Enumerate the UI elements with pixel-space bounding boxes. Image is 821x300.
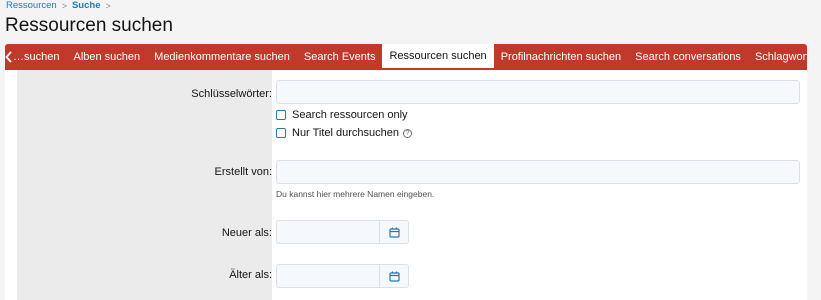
tab-alben-suchen[interactable]: Alben suchen bbox=[66, 44, 147, 70]
newer-than-date-field[interactable] bbox=[277, 221, 379, 243]
keywords-label: Schlüsselwörter: bbox=[191, 88, 272, 100]
breadcrumb: Ressourcen > Suche > bbox=[6, 0, 116, 11]
titles-only-checkbox[interactable] bbox=[276, 128, 286, 138]
keywords-input[interactable] bbox=[276, 80, 800, 104]
created-by-hint: Du kannst hier mehrere Namen eingeben. bbox=[276, 189, 435, 199]
breadcrumb-separator: > bbox=[61, 0, 67, 11]
older-than-label: Älter als: bbox=[229, 269, 272, 281]
calendar-icon[interactable] bbox=[379, 221, 408, 243]
tab-schlagworte-suchen[interactable]: Schlagworte suchen bbox=[748, 44, 807, 70]
chevron-left-icon[interactable] bbox=[5, 44, 13, 70]
created-by-label: Erstellt von: bbox=[214, 166, 272, 178]
newer-than-date-input bbox=[276, 220, 409, 244]
resources-only-label: Search ressourcen only bbox=[292, 109, 408, 121]
question-circle-icon[interactable]: ? bbox=[403, 128, 412, 138]
page-title: Ressourcen suchen bbox=[5, 15, 173, 36]
search-type-tabbar: …suchen Alben suchen Medienkommentare su… bbox=[5, 44, 807, 70]
tab-medienkommentare-suchen[interactable]: Medienkommentare suchen bbox=[147, 44, 297, 70]
tab-search-conversations[interactable]: Search conversations bbox=[628, 44, 748, 70]
form-label-column: Schlüsselwörter: Erstellt von: Neuer als… bbox=[17, 70, 272, 300]
older-than-date-input bbox=[276, 264, 409, 288]
resources-only-checkbox-row[interactable]: Search ressourcen only bbox=[276, 109, 408, 121]
tab-ressourcen-suchen[interactable]: Ressourcen suchen bbox=[382, 44, 494, 70]
titles-only-checkbox-row[interactable]: Nur Titel durchsuchen ? bbox=[276, 127, 412, 139]
breadcrumb-link-suche[interactable]: Suche bbox=[72, 0, 101, 11]
search-form: Schlüsselwörter: Erstellt von: Neuer als… bbox=[5, 70, 807, 300]
calendar-icon[interactable] bbox=[379, 265, 408, 287]
newer-than-label: Neuer als: bbox=[221, 227, 272, 239]
breadcrumb-link-ressourcen[interactable]: Ressourcen bbox=[6, 0, 57, 11]
tab-search-events[interactable]: Search Events bbox=[297, 44, 383, 70]
tab-search-previous[interactable]: …suchen bbox=[13, 44, 66, 70]
breadcrumb-separator: > bbox=[105, 0, 111, 11]
resources-only-checkbox[interactable] bbox=[276, 110, 286, 120]
created-by-input[interactable] bbox=[276, 160, 800, 184]
titles-only-label: Nur Titel durchsuchen bbox=[292, 127, 399, 139]
tab-profilnachrichten-suchen[interactable]: Profilnachrichten suchen bbox=[494, 44, 628, 70]
older-than-date-field[interactable] bbox=[277, 265, 379, 287]
